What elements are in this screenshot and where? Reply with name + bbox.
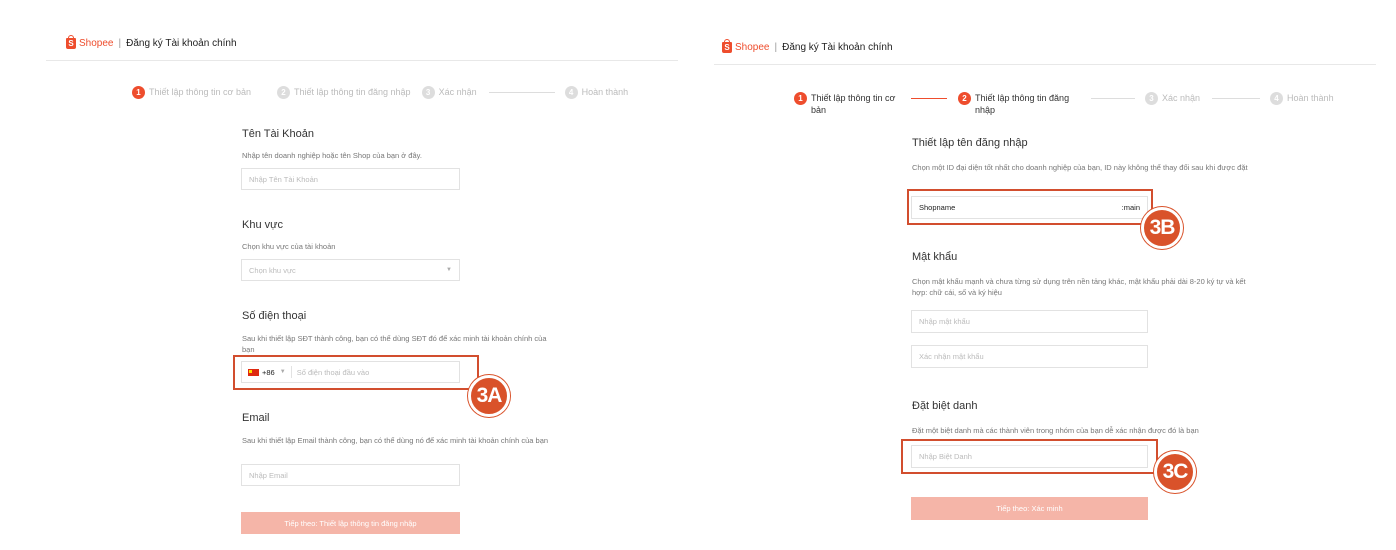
- email-desc: Sau khi thiết lập Email thành công, bạn …: [242, 436, 549, 445]
- left-registration-panel: S Shopee | Đăng ký Tài khoản chính 1 Thi…: [0, 0, 698, 550]
- step-1: 1 Thiết lập thông tin cơ bản: [794, 92, 907, 116]
- next-basic-info-button[interactable]: Tiếp theo: Thiết lập thông tin đăng nhập: [241, 512, 460, 534]
- step-4: 4 Hoàn thành: [1270, 92, 1334, 105]
- step-connector: [911, 98, 947, 99]
- header-divider: [714, 64, 1376, 65]
- step-label: Hoàn thành: [1287, 93, 1334, 103]
- nickname-highlight-box: [901, 439, 1158, 474]
- left-header: S Shopee | Đăng ký Tài khoản chính: [66, 35, 237, 49]
- login-name-desc: Chọn một ID đại diện tốt nhất cho doanh …: [912, 163, 1248, 172]
- password-desc: Chọn mật khẩu mạnh và chưa từng sử dụng …: [912, 277, 1246, 297]
- page-title: Đăng ký Tài khoản chính: [126, 38, 237, 49]
- email-input[interactable]: Nhập Email: [241, 464, 460, 486]
- shopee-bag-icon: S: [66, 35, 76, 49]
- shopee-logo[interactable]: S Shopee: [722, 39, 770, 53]
- password-title: Mật khẩu: [912, 251, 958, 263]
- step-number: 4: [564, 86, 578, 99]
- annotation-badge-3c: 3C: [1154, 451, 1196, 493]
- step-number: 3: [421, 86, 435, 99]
- nickname-title: Đặt biệt danh: [912, 400, 978, 412]
- region-title: Khu vực: [242, 219, 283, 231]
- step-label: Hoàn thành: [581, 87, 629, 97]
- next-verify-button[interactable]: Tiếp theo: Xác minh: [911, 497, 1148, 520]
- shopee-logo[interactable]: S Shopee: [66, 35, 114, 49]
- step-label: Xác nhận: [438, 87, 477, 97]
- phone-desc: Sau khi thiết lập SĐT thành công, bạn có…: [242, 334, 547, 354]
- phone-highlight-box: [233, 355, 479, 390]
- step-2: 2 Thiết lập thông tin đăng nhập: [276, 86, 411, 99]
- phone-title: Số điện thoại: [242, 310, 307, 322]
- step-label: Thiết lập thông tin cơ bản: [811, 93, 896, 115]
- right-header: S Shopee | Đăng ký Tài khoản chính: [722, 39, 893, 53]
- step-label: Thiết lập thông tin cơ bản: [149, 87, 251, 97]
- region-select[interactable]: Chọn khu vực ▼: [241, 259, 460, 281]
- chevron-down-icon: ▼: [446, 267, 452, 273]
- page-title: Đăng ký Tài khoản chính: [782, 42, 893, 53]
- password-input[interactable]: Nhập mật khẩu: [911, 310, 1148, 333]
- confirm-password-placeholder: Xác nhận mật khẩu: [919, 352, 984, 361]
- email-placeholder: Nhập Email: [249, 470, 288, 480]
- region-desc: Chọn khu vực của tài khoản: [242, 242, 336, 251]
- login-name-title: Thiết lập tên đăng nhập: [912, 137, 1028, 149]
- account-name-title: Tên Tài Khoản: [242, 128, 314, 140]
- step-number: 1: [132, 86, 145, 99]
- right-registration-panel: S Shopee | Đăng ký Tài khoản chính 1 Thi…: [698, 0, 1396, 550]
- shopee-bag-icon: S: [722, 39, 732, 53]
- step-label: Thiết lập thông tin đăng nhập: [293, 87, 411, 97]
- brand-name: Shopee: [79, 38, 114, 49]
- step-3: 3 Xác nhận: [1145, 92, 1200, 105]
- brand-name: Shopee: [735, 42, 770, 53]
- step-4: 4 Hoàn thành: [564, 86, 629, 99]
- stepper: 1 Thiết lập thông tin cơ bản 2 Thiết lập…: [794, 92, 1334, 116]
- step-connector: [1091, 98, 1135, 99]
- header-separator: |: [118, 38, 122, 49]
- region-placeholder: Chọn khu vực: [249, 265, 296, 275]
- step-connector: [488, 92, 555, 93]
- header-separator: |: [774, 42, 778, 53]
- stepper: 1 Thiết lập thông tin cơ bản 2 Thiết lập…: [132, 86, 628, 99]
- step-number: 1: [794, 92, 807, 105]
- confirm-password-input[interactable]: Xác nhận mật khẩu: [911, 345, 1148, 368]
- step-3: 3 Xác nhận: [421, 86, 477, 99]
- step-1: 1 Thiết lập thông tin cơ bản: [132, 86, 251, 99]
- step-number: 2: [958, 92, 971, 105]
- step-number: 3: [1145, 92, 1158, 105]
- account-name-desc: Nhập tên doanh nghiệp hoặc tên Shop của …: [242, 151, 422, 160]
- annotation-badge-3b: 3B: [1141, 207, 1183, 249]
- annotation-badge-3a: 3A: [468, 375, 510, 417]
- account-name-input[interactable]: Nhập Tên Tài Khoản: [241, 168, 460, 190]
- password-placeholder: Nhập mật khẩu: [919, 317, 970, 326]
- step-number: 4: [1270, 92, 1284, 105]
- step-number: 2: [276, 86, 290, 99]
- account-name-placeholder: Nhập Tên Tài Khoản: [249, 174, 318, 184]
- step-connector: [1212, 98, 1261, 99]
- step-label: Thiết lập thông tin đăng nhập: [975, 93, 1070, 115]
- header-divider: [46, 60, 678, 61]
- step-label: Xác nhận: [1162, 93, 1201, 103]
- nickname-desc: Đặt một biệt danh mà các thành viên tron…: [912, 426, 1199, 435]
- step-2: 2 Thiết lập thông tin đăng nhập: [958, 92, 1087, 116]
- login-name-highlight-box: [907, 189, 1153, 225]
